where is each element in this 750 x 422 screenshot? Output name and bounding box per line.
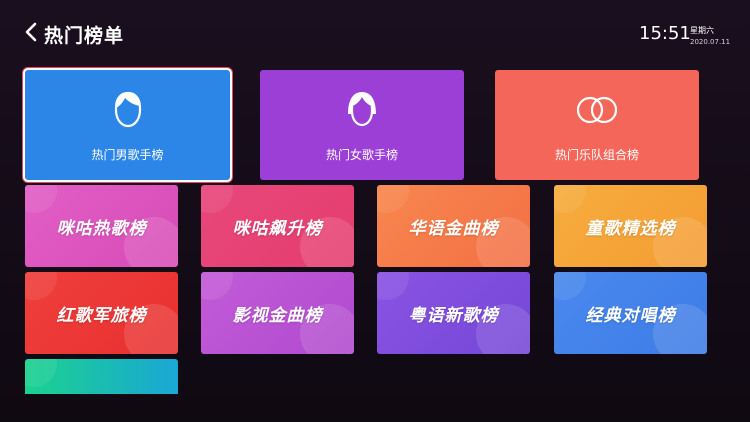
male-avatar-icon <box>114 91 141 127</box>
chart-card-label: 咪咕飙升榜 <box>232 218 323 239</box>
chart-card-label: 经典对唱榜 <box>585 305 676 326</box>
chart-card-label: 华语金曲榜 <box>408 218 499 239</box>
chart-card-film-tv[interactable]: 影视金曲榜 <box>201 272 354 354</box>
chart-card-bands[interactable]: 热门乐队组合榜 <box>495 70 699 180</box>
card-decoration <box>377 272 409 300</box>
clock-time: 15:51 <box>639 23 691 44</box>
chart-card-partial[interactable] <box>25 359 178 394</box>
chart-card-migu-rising[interactable]: 咪咕飙升榜 <box>201 185 354 267</box>
rings-icon <box>576 96 618 123</box>
chart-card-label: 红歌军旅榜 <box>56 305 147 326</box>
card-decoration <box>377 185 409 213</box>
chevron-left-icon <box>25 22 37 42</box>
card-decoration <box>554 272 586 300</box>
chart-card-label: 咪咕热歌榜 <box>56 218 147 239</box>
card-decoration <box>25 359 57 387</box>
card-decoration <box>554 185 586 213</box>
card-decoration <box>25 272 57 300</box>
clock-weekday: 星期六 <box>690 26 714 35</box>
female-avatar-icon <box>348 91 376 126</box>
card-decoration <box>201 185 233 213</box>
back-button[interactable] <box>20 20 44 44</box>
chart-card-kids-songs[interactable]: 童歌精选榜 <box>554 185 707 267</box>
clock-date: 2020.07.11 <box>690 38 731 46</box>
chart-card-label: 热门女歌手榜 <box>325 147 398 162</box>
chart-card-label: 热门乐队组合榜 <box>554 147 639 162</box>
chart-card-cantonese-new[interactable]: 粤语新歌榜 <box>377 272 530 354</box>
card-decoration <box>25 185 57 213</box>
chart-card-label: 童歌精选榜 <box>585 218 676 239</box>
chart-card-label: 热门男歌手榜 <box>91 147 164 162</box>
chart-card-red-military[interactable]: 红歌军旅榜 <box>25 272 178 354</box>
chart-card-label: 粤语新歌榜 <box>408 305 499 326</box>
chart-card-mandarin-classics[interactable]: 华语金曲榜 <box>377 185 530 267</box>
chart-card-classic-duets[interactable]: 经典对唱榜 <box>554 272 707 354</box>
chart-card-label: 影视金曲榜 <box>232 305 323 326</box>
chart-card-male-singers[interactable]: 热门男歌手榜 <box>23 68 232 182</box>
chart-card-migu-hot[interactable]: 咪咕热歌榜 <box>25 185 178 267</box>
page-title: 热门榜单 <box>44 25 125 47</box>
header-bar: 热门榜单 15:51 星期六 2020.07.11 <box>0 0 750 60</box>
card-decoration <box>201 272 233 300</box>
chart-card-female-singers[interactable]: 热门女歌手榜 <box>260 70 464 180</box>
